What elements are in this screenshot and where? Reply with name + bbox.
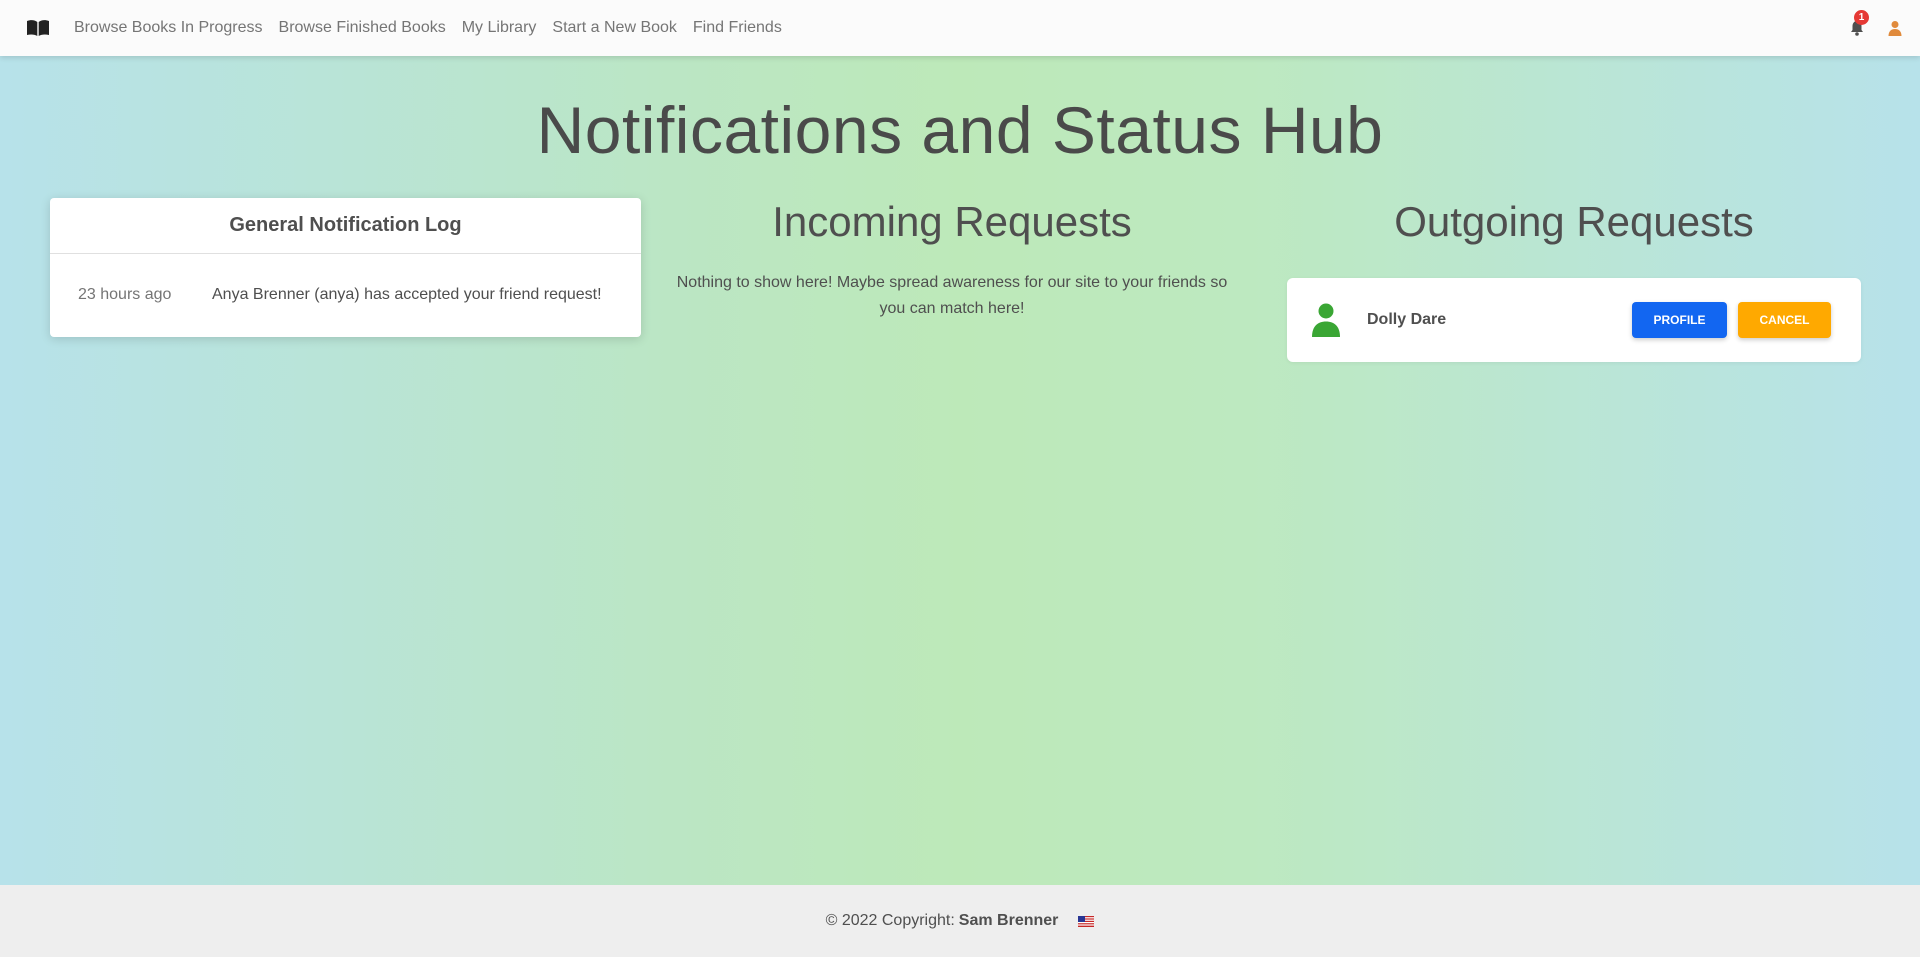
incoming-requests-title: Incoming Requests: [772, 198, 1132, 245]
profile-button[interactable]: PROFILE: [1632, 302, 1727, 338]
open-book-icon[interactable]: [26, 17, 52, 39]
copyright-text: © 2022 Copyright:: [825, 912, 955, 929]
nav-browse-in-progress[interactable]: Browse Books In Progress: [74, 19, 263, 37]
request-user-name: Dolly Dare: [1367, 311, 1447, 328]
nav-start-new-book[interactable]: Start a New Book: [552, 19, 677, 37]
nav-right: 1: [1848, 0, 1904, 56]
top-navbar: Browse Books In Progress Browse Finished…: [0, 0, 1920, 56]
notification-log-card: General Notification Log 23 hours ago An…: [50, 198, 641, 337]
nav-find-friends[interactable]: Find Friends: [693, 19, 782, 37]
user-icon[interactable]: [1886, 18, 1904, 38]
page-title: Notifications and Status Hub: [536, 93, 1384, 167]
bell-icon[interactable]: 1: [1848, 10, 1869, 38]
footer: © 2022 Copyright: Sam Brenner: [0, 885, 1920, 957]
outgoing-request-card: Dolly Dare PROFILE CANCEL: [1287, 278, 1861, 362]
nav-links: Browse Books In Progress Browse Finished…: [74, 19, 798, 37]
notification-count-badge: 1: [1854, 10, 1869, 25]
copyright-author[interactable]: Sam Brenner: [959, 912, 1059, 930]
outgoing-requests-title: Outgoing Requests: [1394, 198, 1754, 245]
incoming-empty-message: Nothing to show here! Maybe spread aware…: [676, 274, 1228, 317]
nav-browse-finished[interactable]: Browse Finished Books: [279, 19, 446, 37]
person-icon: [1309, 302, 1343, 338]
main-content: Notifications and Status Hub General Not…: [0, 56, 1920, 885]
notification-log-header: General Notification Log: [50, 198, 641, 254]
cancel-button[interactable]: CANCEL: [1738, 302, 1831, 338]
us-flag-icon[interactable]: [1078, 915, 1095, 927]
notification-time: 23 hours ago: [78, 286, 172, 303]
list-item: 23 hours ago Anya Brenner (anya) has acc…: [50, 254, 641, 336]
notification-message: Anya Brenner (anya) has accepted your fr…: [212, 286, 602, 303]
nav-my-library[interactable]: My Library: [462, 19, 537, 37]
